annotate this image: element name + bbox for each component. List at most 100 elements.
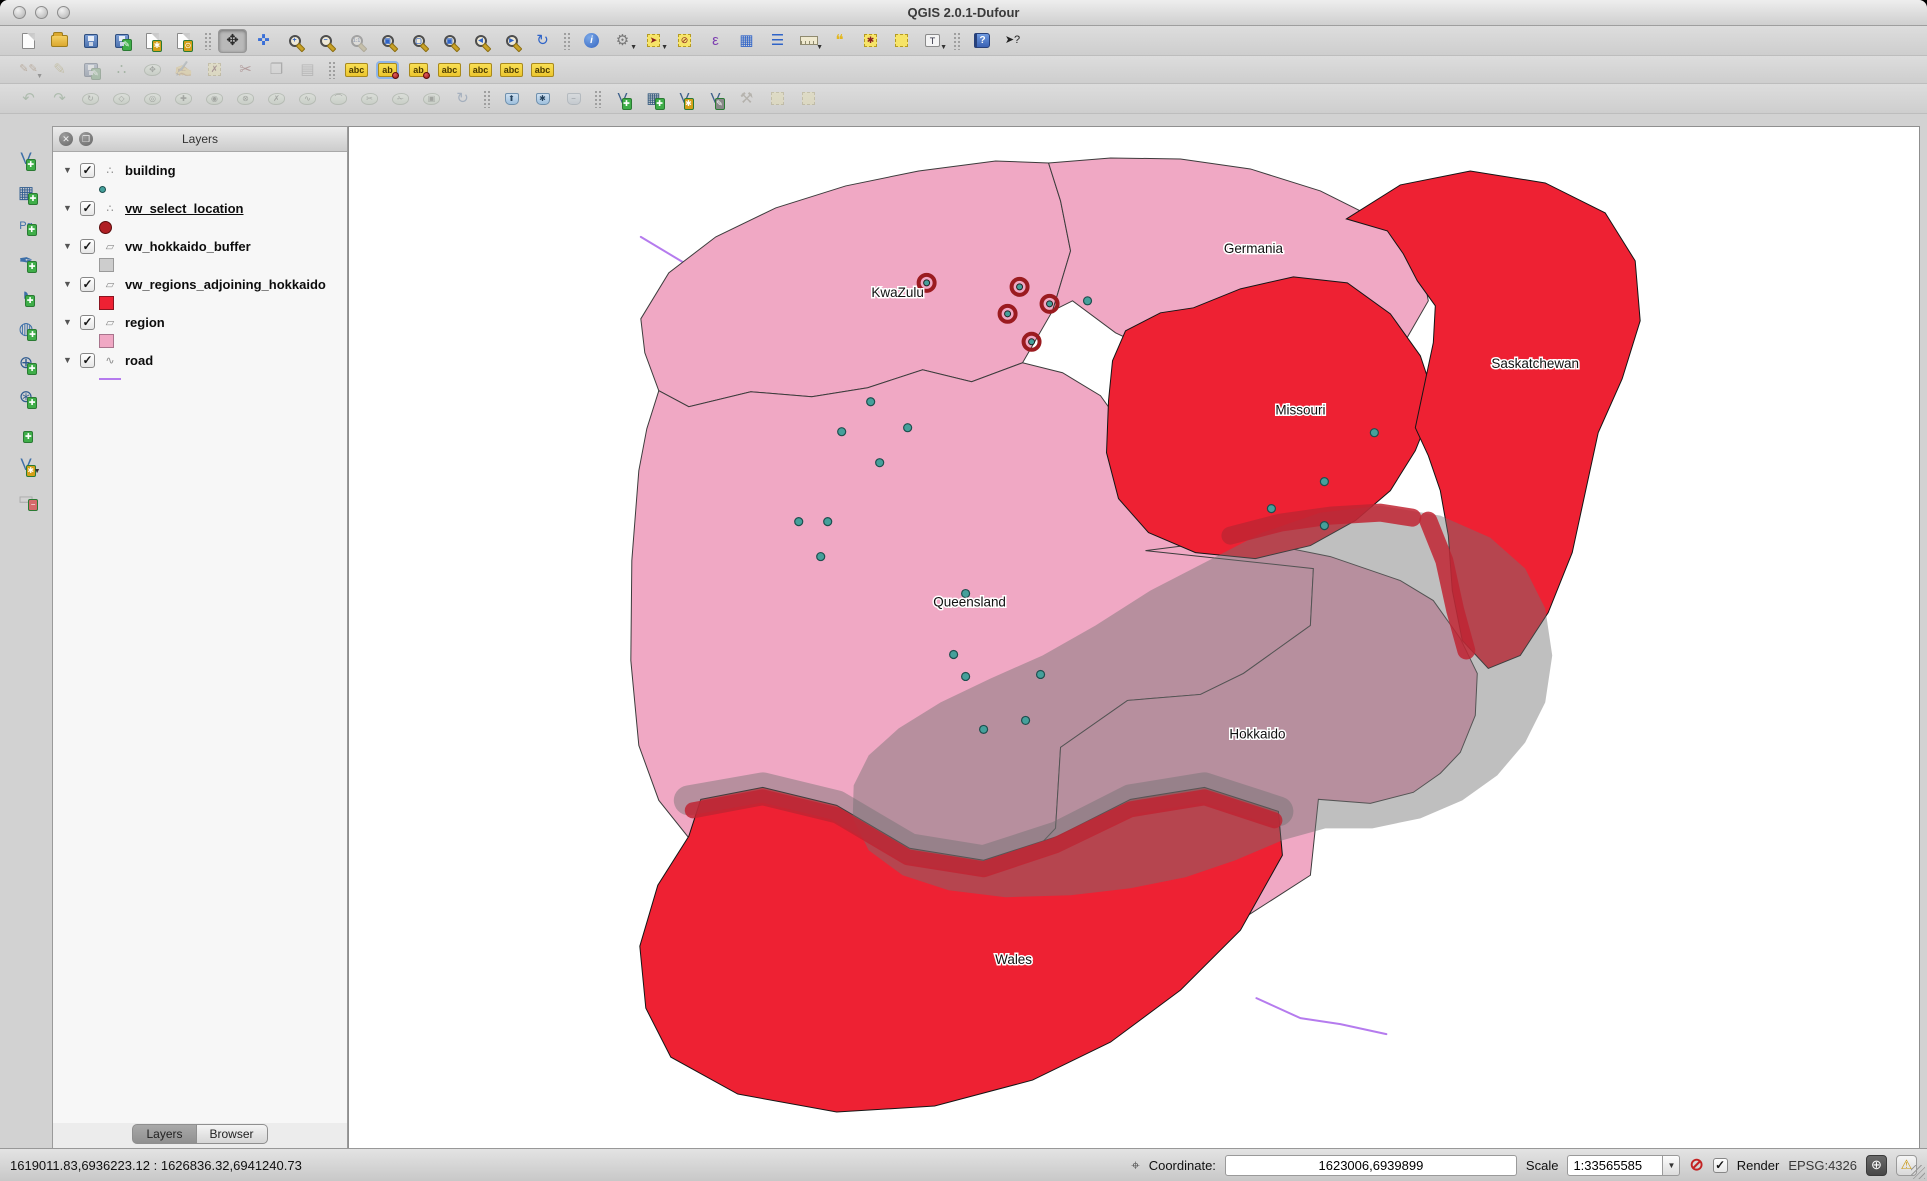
zoom-out-icon[interactable]: − [311,29,340,53]
run-feature-action-icon[interactable]: ⚙▼ [608,29,637,53]
minimize-button[interactable] [35,6,48,19]
whats-this-icon[interactable]: ➤? [998,29,1027,53]
building-point [962,672,970,680]
maximize-button[interactable] [57,6,70,19]
layer-type-icon: ▱ [102,316,118,329]
render-checkbox[interactable]: ✓ [1713,1158,1728,1173]
offset-curve-icon: ⌒ [324,87,353,111]
map-refresh-icon[interactable]: ↻ [528,29,557,53]
layer-row-vw_select_location[interactable]: ▼✓∴vw_select_location [53,198,347,218]
stop-render-icon[interactable]: ⊘ [1689,1155,1703,1175]
rotate-point-symbols-icon: ↻ [448,87,477,111]
style-tool-2-icon[interactable]: ✱ [528,87,557,111]
layer-row-region[interactable]: ▼ ✓ ▱ region [53,312,347,332]
new-print-composer-icon[interactable]: ✱ [138,29,167,53]
close-button[interactable] [13,6,26,19]
layer-name[interactable]: vw_regions_adjoining_hokkaido [125,277,326,292]
statistical-summary-icon[interactable]: ☰ [763,29,792,53]
add-delimited-text-layer-icon[interactable]: ❟✚ [12,418,41,443]
layer-name[interactable]: building [125,163,176,178]
zoom-to-selection-icon[interactable]: ▢ [404,29,433,53]
layer-name[interactable]: vw_hokkaido_buffer [125,239,251,254]
expand-arrow-icon[interactable]: ▼ [63,241,73,251]
pin-labels-icon[interactable]: ab [373,58,402,82]
pan-map-icon[interactable]: ✥ [218,29,247,53]
layer-name[interactable]: vw_select_location [125,201,244,216]
layer-checkbox[interactable]: ✓ [80,277,95,292]
open-attribute-table-icon[interactable]: ▦ [732,29,761,53]
style-tool-1-icon[interactable]: ⬆ [497,87,526,111]
layer-row-vw_hokkaido_buffer[interactable]: ▼✓▱vw_hokkaido_buffer [53,236,347,256]
add-postgis-layer-icon[interactable]: Pg✚ [12,214,41,239]
add-mssql-layer-icon[interactable]: ◗✚ [12,282,41,307]
layer-name[interactable]: road [125,353,153,368]
expand-arrow-icon[interactable]: ▼ [63,165,73,175]
scale-dropdown-icon[interactable]: ▼ [1663,1155,1680,1176]
zoom-in-icon[interactable]: + [280,29,309,53]
highlight-pinned-labels-icon[interactable]: ab [404,58,433,82]
save-project-as-icon[interactable]: ✎ [107,29,136,53]
new-project-icon[interactable] [14,29,43,53]
map-canvas[interactable]: KwaZuluGermaniaSaskatchewanMissouriQueen… [348,126,1920,1148]
change-label-icon[interactable]: abc [528,58,557,82]
expand-arrow-icon[interactable]: ▼ [63,317,73,327]
measure-icon[interactable]: ▼ [794,29,823,53]
layer-row-vw_regions_adjoining_hokkaido[interactable]: ▼✓▱vw_regions_adjoining_hokkaido [53,274,347,294]
add-raster-layer-icon[interactable]: ▦✚ [12,180,41,205]
zoom-last-icon[interactable]: ◀ [466,29,495,53]
add-vector-layer-icon[interactable]: V✚ [12,146,41,171]
expand-arrow-icon[interactable]: ▼ [63,279,73,289]
open-project-icon[interactable] [45,29,74,53]
show-bookmarks-icon[interactable] [887,29,916,53]
help-contents-icon[interactable]: ? [967,29,996,53]
resize-grip[interactable] [1911,1165,1925,1179]
layer-labeling-options-icon[interactable]: abc [342,58,371,82]
scale-input[interactable] [1567,1155,1663,1176]
add-spatialite-layer-icon[interactable]: ✒✚ [12,248,41,273]
plugin-add-raster-icon[interactable]: ▦✚ [639,87,668,111]
coordinate-input[interactable] [1225,1155,1517,1176]
plugin-new-vector-icon[interactable]: V✱ [670,87,699,111]
add-oracle-layer-icon[interactable]: ◍✚ [12,316,41,341]
plugin-add-vector-icon[interactable]: V✚ [608,87,637,111]
rotate-label-icon[interactable]: abc [497,58,526,82]
add-wms-layer-icon[interactable]: ⊕✚ [12,350,41,375]
layer-checkbox[interactable]: ✓ [80,315,95,330]
layer-checkbox[interactable]: ✓ [80,353,95,368]
zoom-full-icon[interactable]: ▣ [373,29,402,53]
expand-arrow-icon[interactable]: ▼ [63,203,73,213]
add-wcs-layer-icon[interactable]: ⊛✚ [12,384,41,409]
expand-arrow-icon[interactable]: ▼ [63,355,73,365]
zoom-to-layer-icon[interactable]: ▣ [435,29,464,53]
show-hide-labels-icon[interactable]: abc [435,58,464,82]
new-shapefile-layer-icon[interactable]: V✱▼ [12,452,41,477]
new-bookmark-icon[interactable]: ✱ [856,29,885,53]
toolbar-separator [563,32,571,50]
plugin-edit-vector-icon[interactable]: V✎ [701,87,730,111]
deselect-features-icon[interactable]: ⊘ [670,29,699,53]
identify-features-icon[interactable]: i [577,29,606,53]
layer-row-road[interactable]: ▼✓∿road [53,350,347,370]
panel-close-icon[interactable]: ✕ [59,132,73,146]
save-project-icon[interactable] [76,29,105,53]
panel-float-icon[interactable]: ❐ [79,132,93,146]
layer-row-building[interactable]: ▼✓∴building [53,160,347,180]
layer-checkbox[interactable]: ✓ [80,201,95,216]
tab-browser[interactable]: Browser [197,1124,268,1144]
extents-toggle-icon[interactable]: ⌖ [1131,1157,1139,1174]
crs-status-icon[interactable]: ⊕ [1866,1155,1887,1176]
move-label-icon[interactable]: abc [466,58,495,82]
layer-checkbox[interactable]: ✓ [80,163,95,178]
text-annotation-icon[interactable]: T▼ [918,29,947,53]
zoom-next-icon[interactable]: ▶ [497,29,526,53]
map-tips-icon[interactable]: ❝ [825,29,854,53]
select-features-icon[interactable]: ➤▼ [639,29,668,53]
layer-name[interactable]: region [125,315,165,330]
remove-layer-icon[interactable]: ▭− [12,486,41,511]
tab-layers[interactable]: Layers [132,1124,196,1144]
select-by-expression-icon[interactable]: ε [701,29,730,53]
scale-combo[interactable]: ▼ [1567,1155,1680,1176]
composer-manager-icon[interactable]: ⊙ [169,29,198,53]
pan-to-selection-icon[interactable]: ✜ [249,29,278,53]
layer-checkbox[interactable]: ✓ [80,239,95,254]
